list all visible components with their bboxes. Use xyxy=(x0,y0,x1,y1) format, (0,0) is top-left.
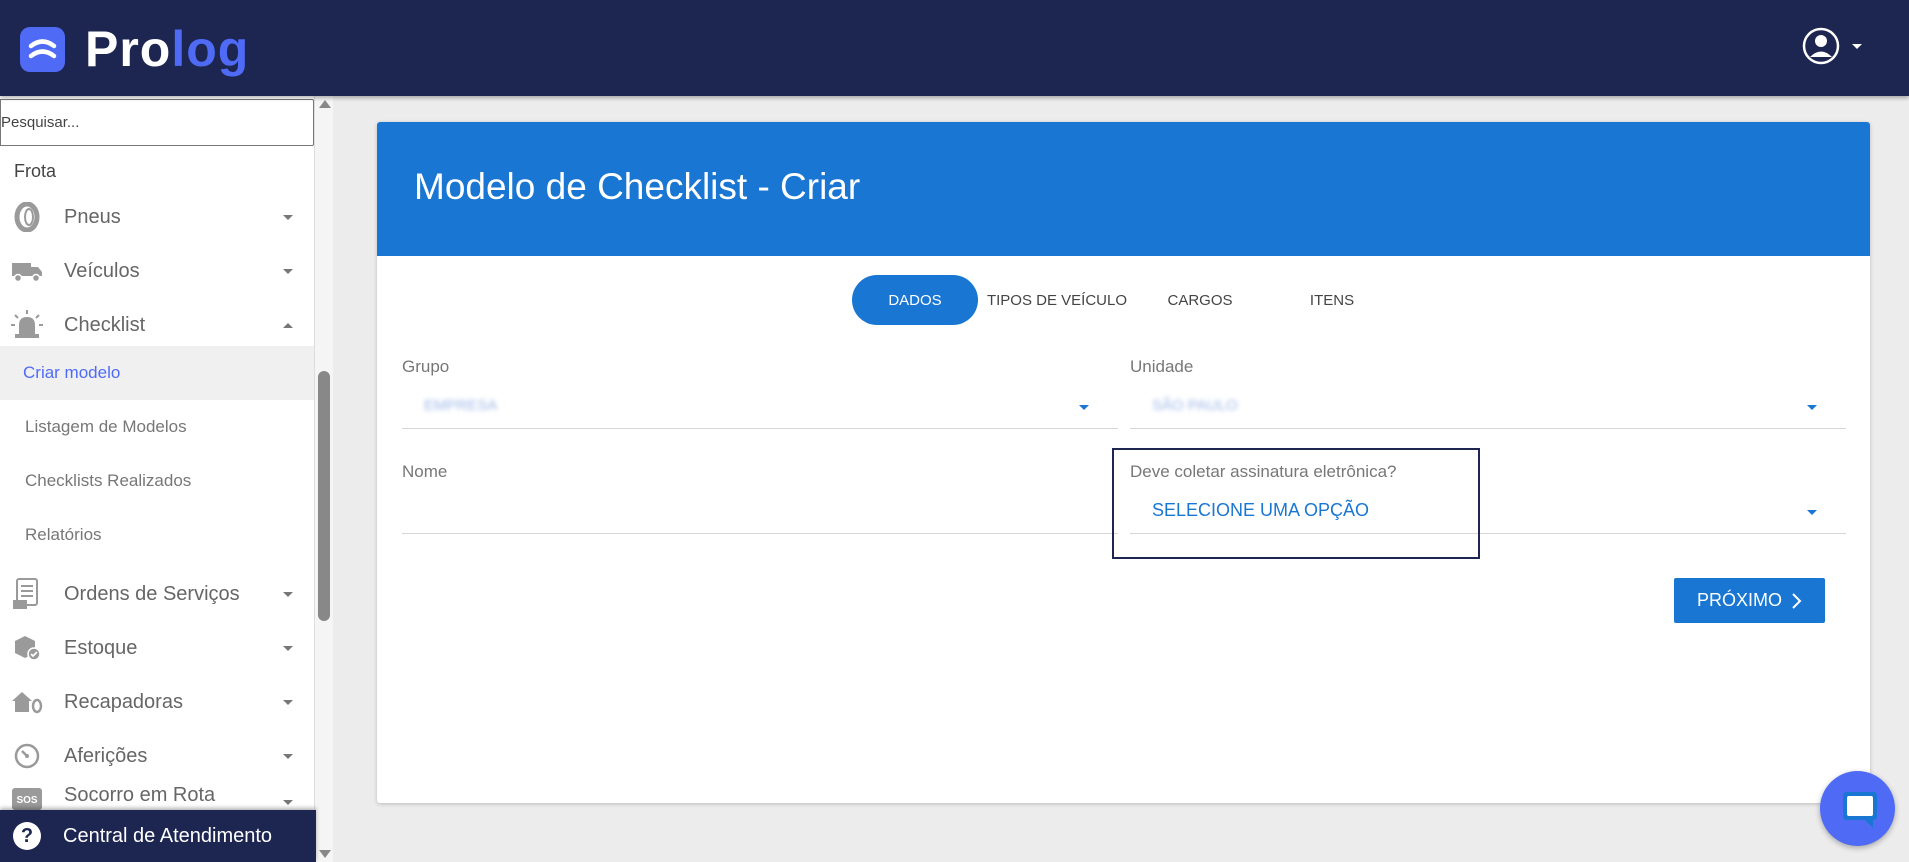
truck-icon xyxy=(10,254,44,288)
sidebar-item-pneus[interactable]: Pneus xyxy=(0,192,314,242)
chevron-right-icon xyxy=(1792,592,1802,609)
sidebar-item-label: Estoque xyxy=(64,636,138,659)
grupo-select[interactable]: Grupo EMPRESA xyxy=(402,357,1118,432)
chevron-down-icon xyxy=(283,214,293,220)
help-center-label: Central de Atendimento xyxy=(63,824,273,847)
sidebar-item-recapadoras[interactable]: Recapadoras xyxy=(0,677,314,727)
nome-field[interactable]: Nome xyxy=(402,462,1118,537)
search-input[interactable] xyxy=(0,99,314,146)
sidebar-subitem-checklists-realizados[interactable]: Checklists Realizados xyxy=(0,454,314,508)
section-title-frota: Frota xyxy=(14,161,57,181)
tab-tipos-veiculo[interactable]: TIPOS DE VEÍCULO xyxy=(982,275,1132,325)
sidebar-subitem-label: Listagem de Modelos xyxy=(25,417,187,436)
tab-dados[interactable]: DADOS xyxy=(852,275,978,325)
next-button[interactable]: PRÓXIMO xyxy=(1674,578,1825,623)
user-account-icon xyxy=(1802,27,1840,65)
alarm-light-icon xyxy=(10,308,44,342)
chat-button[interactable] xyxy=(1820,771,1895,846)
grupo-underline xyxy=(402,428,1118,429)
help-question-icon: ? xyxy=(13,822,41,850)
assinatura-value: SELECIONE UMA OPÇÃO xyxy=(1152,500,1370,520)
tab-cargos[interactable]: CARGOS xyxy=(1140,275,1260,325)
checklist-model-card: Modelo de Checklist - Criar DADOS TIPOS … xyxy=(377,122,1870,803)
chevron-down-icon xyxy=(1079,405,1089,410)
grupo-label: Grupo xyxy=(402,357,450,376)
page-title: Modelo de Checklist - Criar xyxy=(414,166,861,207)
logo-text: Prolog xyxy=(85,21,250,77)
scroll-down-arrow-icon[interactable] xyxy=(319,850,331,858)
next-button-label: PRÓXIMO xyxy=(1696,590,1782,610)
chevron-up-icon xyxy=(283,322,293,328)
assinatura-underline xyxy=(1130,533,1846,534)
sidebar-subitem-criar-modelo[interactable]: Criar modelo xyxy=(0,346,314,400)
sidebar-subitem-label: Checklists Realizados xyxy=(25,471,192,490)
chevron-down-icon xyxy=(283,268,293,274)
sidebar-subitem-label: Criar modelo xyxy=(23,363,121,382)
nome-label: Nome xyxy=(402,462,448,481)
sidebar-scrollbar[interactable] xyxy=(314,96,333,862)
unidade-underline xyxy=(1130,428,1846,429)
document-list-icon xyxy=(10,577,44,611)
prolog-logo[interactable]: Prolog xyxy=(20,19,249,79)
chevron-down-icon xyxy=(1852,44,1862,49)
box-check-icon xyxy=(10,631,44,665)
tab-itens[interactable]: ITENS xyxy=(1272,275,1392,325)
sidebar-item-label: Ordens de Serviços xyxy=(64,582,240,605)
nome-underline xyxy=(402,533,1118,534)
scroll-up-arrow-icon[interactable] xyxy=(319,100,331,108)
gauge-icon xyxy=(10,739,44,773)
assinatura-select[interactable]: Deve coletar assinatura eletrônica? SELE… xyxy=(1130,462,1846,537)
tire-icon xyxy=(10,200,44,234)
top-bar: Prolog xyxy=(0,0,1909,96)
house-tire-icon xyxy=(10,685,44,719)
chevron-down-icon xyxy=(283,753,293,759)
sidebar-item-label: Socorro em Rota xyxy=(64,784,216,806)
chevron-down-icon xyxy=(1807,405,1817,410)
sidebar-item-estoque[interactable]: Estoque xyxy=(0,623,314,673)
sidebar-subitem-listagem-modelos[interactable]: Listagem de Modelos xyxy=(0,400,314,454)
sidebar-item-label: Checklist xyxy=(64,313,146,336)
chevron-down-icon xyxy=(1807,510,1817,515)
card-header: Modelo de Checklist - Criar xyxy=(377,122,1870,256)
sidebar-item-label: Pneus xyxy=(64,205,121,228)
chevron-down-icon xyxy=(283,591,293,597)
unidade-select[interactable]: Unidade SÃO PAULO xyxy=(1130,357,1846,432)
sidebar-item-label: Recapadoras xyxy=(64,690,183,713)
sidebar-item-label: Aferições xyxy=(64,744,148,767)
sidebar-item-veiculos[interactable]: Veículos xyxy=(0,246,314,296)
help-center-button[interactable]: ? Central de Atendimento xyxy=(0,810,316,862)
unidade-value: SÃO PAULO xyxy=(1152,397,1238,414)
assinatura-label: Deve coletar assinatura eletrônica? xyxy=(1130,462,1397,481)
grupo-value: EMPRESA xyxy=(424,397,498,414)
sidebar: Frota Pneus Veículos Checklist Criar mod… xyxy=(0,96,333,862)
sidebar-item-afericoes[interactable]: Aferições xyxy=(0,731,314,781)
logo-badge-icon xyxy=(20,26,65,72)
svg-text:SOS: SOS xyxy=(16,795,37,806)
sidebar-subitem-label: Relatórios xyxy=(25,525,102,544)
sidebar-item-socorro-rota[interactable]: SOS Socorro em Rota xyxy=(0,780,314,810)
chat-bubble-icon xyxy=(1842,791,1877,828)
chevron-down-icon xyxy=(283,645,293,651)
sidebar-item-checklist[interactable]: Checklist xyxy=(0,300,314,350)
nome-input[interactable] xyxy=(402,492,1118,532)
sidebar-item-label: Veículos xyxy=(64,259,140,282)
user-menu[interactable] xyxy=(1801,26,1867,66)
sidebar-subitem-relatorios[interactable]: Relatórios xyxy=(0,508,314,562)
scrollbar-thumb[interactable] xyxy=(318,371,330,621)
unidade-label: Unidade xyxy=(1130,357,1194,376)
chevron-down-icon xyxy=(283,699,293,705)
sos-icon: SOS xyxy=(10,782,44,810)
sidebar-item-ordens-servicos[interactable]: Ordens de Serviços xyxy=(0,569,314,619)
chevron-down-icon xyxy=(283,800,293,805)
